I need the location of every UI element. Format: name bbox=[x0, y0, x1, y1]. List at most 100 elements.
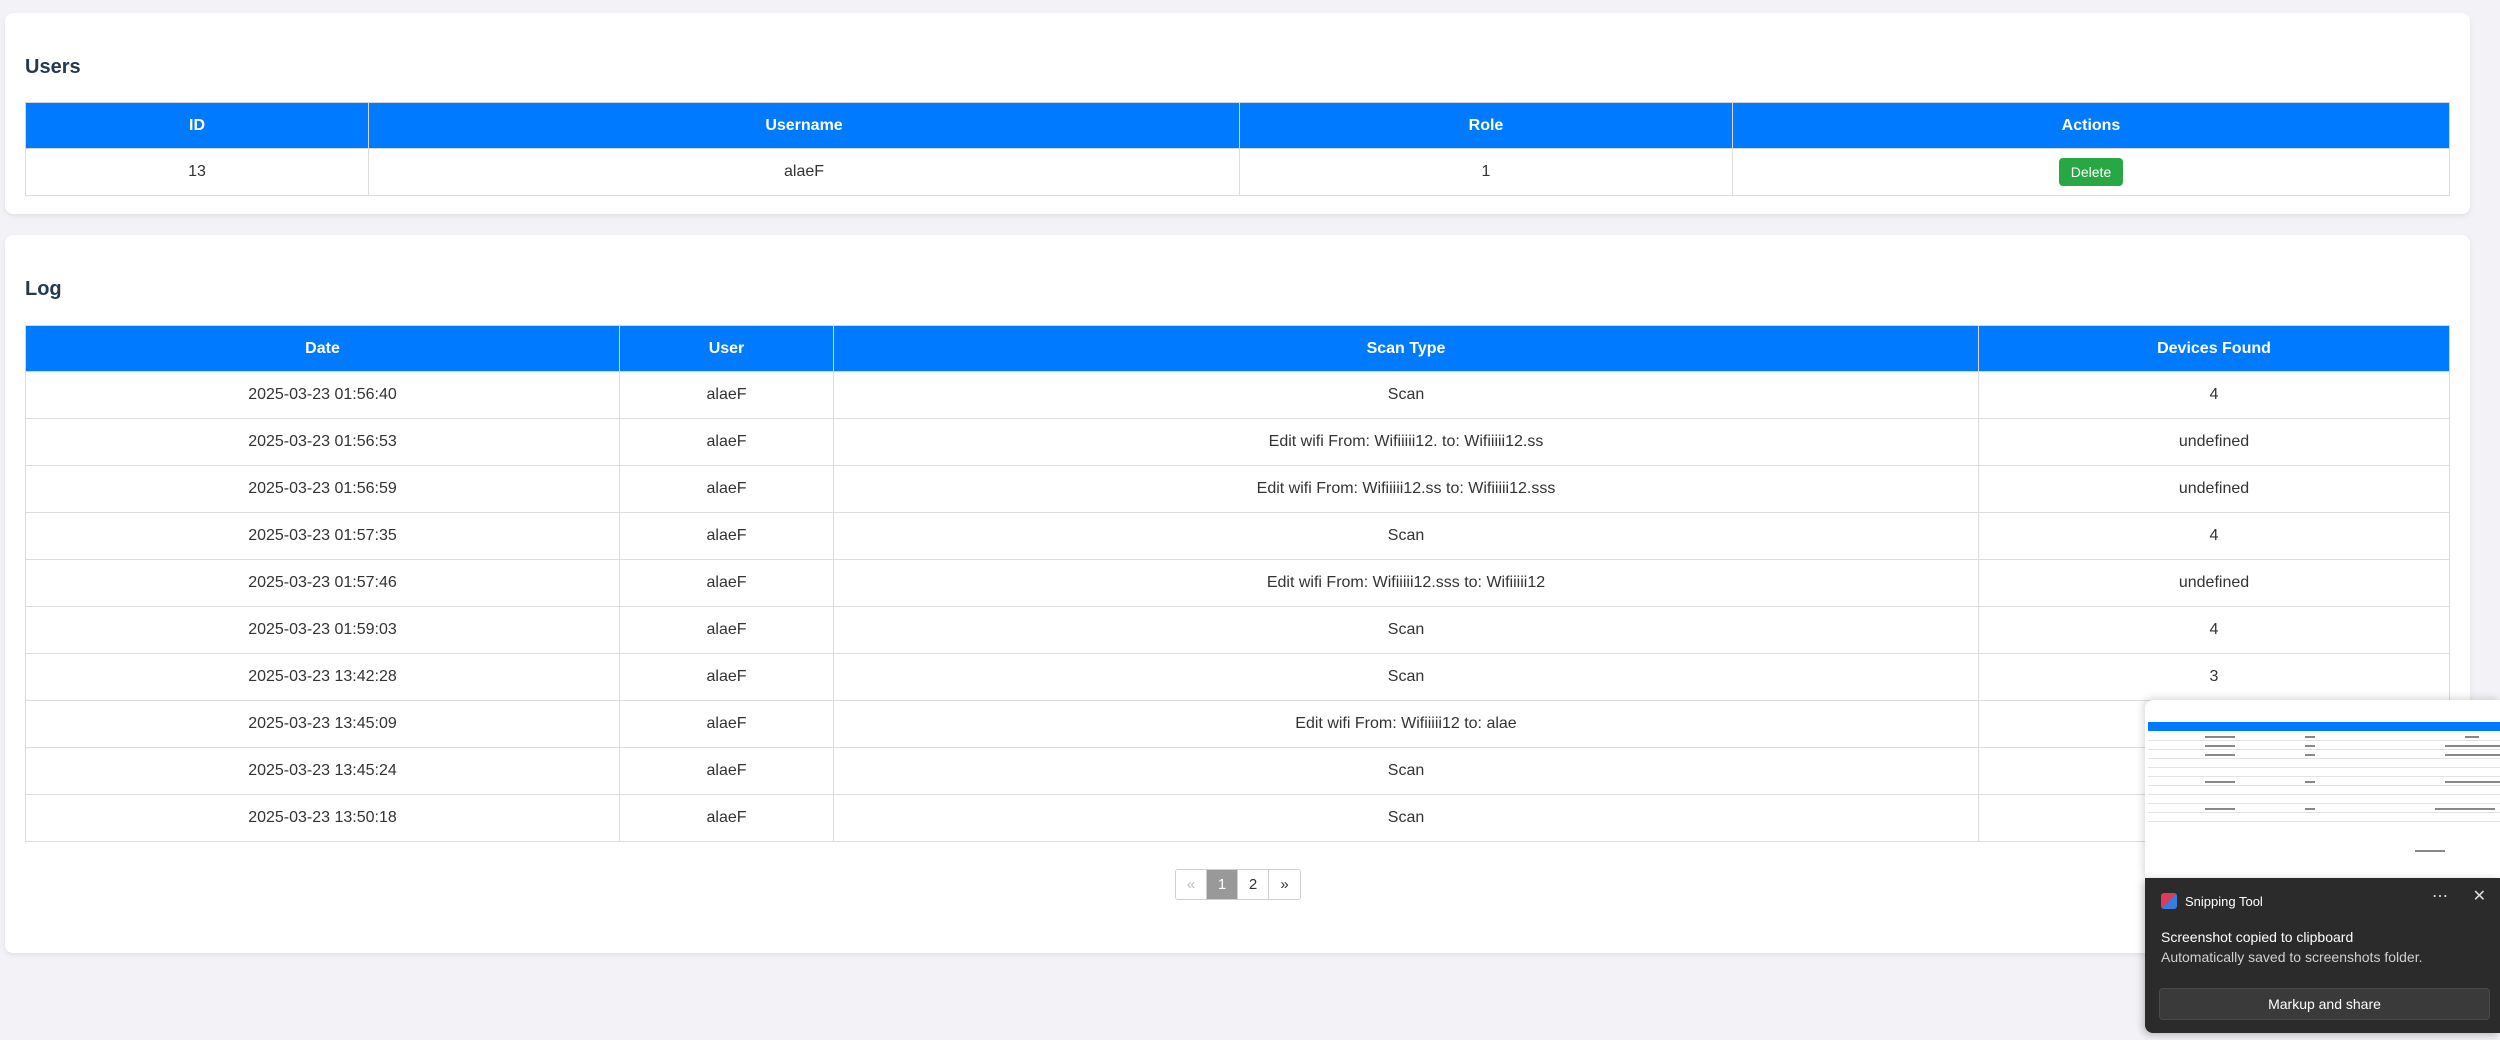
users-title: Users bbox=[25, 56, 81, 78]
log-date: 2025-03-23 01:59:03 bbox=[25, 606, 620, 654]
log-date: 2025-03-23 13:45:24 bbox=[25, 747, 620, 795]
log-card: Log Date User Scan Type Devices Found 20… bbox=[5, 235, 2470, 953]
markup-and-share-button[interactable]: Markup and share bbox=[2159, 988, 2490, 1020]
log-date: 2025-03-23 01:57:35 bbox=[25, 512, 620, 560]
log-scan-type: Scan bbox=[833, 512, 1979, 560]
log-date: 2025-03-23 01:56:59 bbox=[25, 465, 620, 513]
log-devices-found: 4 bbox=[1978, 371, 2450, 419]
log-col-date: Date bbox=[25, 325, 620, 372]
log-user: alaeF bbox=[619, 512, 834, 560]
log-scan-type: Edit wifi From: Wifiiiii12.ss to: Wifiii… bbox=[833, 465, 1979, 513]
thumbnail-row bbox=[2148, 794, 2500, 795]
thumbnail-text bbox=[2445, 781, 2500, 783]
thumbnail-row bbox=[2148, 776, 2500, 777]
table-row: 2025-03-23 13:45:24 alaeF Scan bbox=[25, 747, 2450, 795]
thumbnail-row bbox=[2148, 767, 2500, 768]
close-icon[interactable]: ✕ bbox=[2473, 886, 2486, 906]
table-row: 2025-03-23 13:50:18 alaeF Scan bbox=[25, 794, 2450, 842]
thumbnail-text bbox=[2205, 745, 2235, 747]
thumbnail-text bbox=[2305, 754, 2315, 756]
table-row: 2025-03-23 01:57:35 alaeF Scan 4 bbox=[25, 512, 2450, 560]
log-devices-found: 3 bbox=[1978, 653, 2450, 701]
log-scan-type: Scan bbox=[833, 747, 1979, 795]
log-user: alaeF bbox=[619, 371, 834, 419]
log-scan-type: Edit wifi From: Wifiiiii12. to: Wifiiiii… bbox=[833, 418, 1979, 466]
pagination-next[interactable]: » bbox=[1269, 870, 1300, 899]
log-user: alaeF bbox=[619, 653, 834, 701]
thumbnail-text bbox=[2305, 736, 2315, 738]
user-role: 1 bbox=[1239, 148, 1733, 196]
users-col-id: ID bbox=[25, 102, 369, 149]
log-scan-type: Edit wifi From: Wifiiiii12.sss to: Wifii… bbox=[833, 559, 1979, 607]
thumbnail-row bbox=[2148, 821, 2500, 822]
table-row: 2025-03-23 01:56:40 alaeF Scan 4 bbox=[25, 371, 2450, 419]
log-date: 2025-03-23 01:57:46 bbox=[25, 559, 620, 607]
log-user: alaeF bbox=[619, 465, 834, 513]
user-actions: Delete bbox=[1732, 148, 2450, 196]
user-id: 13 bbox=[25, 148, 369, 196]
log-date: 2025-03-23 13:50:18 bbox=[25, 794, 620, 842]
snipping-tool-toast: Snipping Tool ⋯ ✕ Screenshot copied to c… bbox=[2145, 878, 2500, 1033]
users-card: Users ID Username Role Actions 13 alaeF … bbox=[5, 13, 2470, 214]
more-icon[interactable]: ⋯ bbox=[2432, 886, 2448, 906]
log-date: 2025-03-23 13:45:09 bbox=[25, 700, 620, 748]
thumbnail-text bbox=[2205, 754, 2235, 756]
snipping-tool-icon bbox=[2161, 893, 2177, 909]
table-row: 13 alaeF 1 Delete bbox=[25, 148, 2450, 196]
log-user: alaeF bbox=[619, 606, 834, 654]
pagination-prev[interactable]: « bbox=[1176, 870, 1207, 899]
thumbnail-text bbox=[2305, 745, 2315, 747]
log-user: alaeF bbox=[619, 700, 834, 748]
pagination: « 1 2 » bbox=[1175, 869, 1301, 900]
thumbnail-row bbox=[2148, 749, 2500, 750]
log-date: 2025-03-23 13:42:28 bbox=[25, 653, 620, 701]
log-scan-type: Scan bbox=[833, 606, 1979, 654]
pagination-page-2[interactable]: 2 bbox=[1238, 870, 1269, 899]
thumbnail-pagination bbox=[2415, 850, 2445, 852]
thumbnail-row bbox=[2148, 812, 2500, 813]
log-devices-found: 4 bbox=[1978, 606, 2450, 654]
thumbnail-row bbox=[2148, 740, 2500, 741]
log-devices-found: undefined bbox=[1978, 559, 2450, 607]
log-col-user: User bbox=[619, 325, 834, 372]
delete-button[interactable]: Delete bbox=[2058, 158, 2124, 186]
users-table: ID Username Role Actions 13 alaeF 1 Dele… bbox=[25, 102, 2450, 196]
log-col-scan-type: Scan Type bbox=[833, 325, 1979, 372]
log-user: alaeF bbox=[619, 794, 834, 842]
users-header-row: ID Username Role Actions bbox=[25, 102, 2450, 149]
thumbnail-text bbox=[2435, 808, 2495, 810]
thumbnail-text bbox=[2445, 745, 2500, 747]
thumbnail-table-header bbox=[2148, 722, 2500, 731]
log-devices-found: undefined bbox=[1978, 418, 2450, 466]
log-table: Date User Scan Type Devices Found 2025-0… bbox=[25, 325, 2450, 842]
thumbnail-text bbox=[2445, 754, 2500, 756]
users-col-role: Role bbox=[1239, 102, 1733, 149]
log-scan-type: Scan bbox=[833, 794, 1979, 842]
toast-app-name: Snipping Tool bbox=[2185, 894, 2263, 909]
thumbnail-text bbox=[2205, 781, 2235, 783]
log-scan-type: Edit wifi From: Wifiiiii12 to: alae bbox=[833, 700, 1979, 748]
thumbnail-row bbox=[2148, 758, 2500, 759]
thumbnail-text bbox=[2465, 736, 2479, 738]
table-row: 2025-03-23 01:56:53 alaeF Edit wifi From… bbox=[25, 418, 2450, 466]
table-row: 2025-03-23 01:56:59 alaeF Edit wifi From… bbox=[25, 465, 2450, 513]
screenshot-thumbnail[interactable] bbox=[2145, 700, 2500, 878]
log-user: alaeF bbox=[619, 559, 834, 607]
log-date: 2025-03-23 01:56:40 bbox=[25, 371, 620, 419]
table-row: 2025-03-23 13:42:28 alaeF Scan 3 bbox=[25, 653, 2450, 701]
log-devices-found: undefined bbox=[1978, 465, 2450, 513]
thumbnail-text bbox=[2305, 781, 2315, 783]
log-scan-type: Scan bbox=[833, 371, 1979, 419]
log-user: alaeF bbox=[619, 418, 834, 466]
toast-body: Automatically saved to screenshots folde… bbox=[2161, 949, 2423, 965]
log-date: 2025-03-23 01:56:53 bbox=[25, 418, 620, 466]
users-col-actions: Actions bbox=[1732, 102, 2450, 149]
thumbnail-text bbox=[2205, 736, 2235, 738]
thumbnail-row bbox=[2148, 803, 2500, 804]
user-username: alaeF bbox=[368, 148, 1240, 196]
table-row: 2025-03-23 01:59:03 alaeF Scan 4 bbox=[25, 606, 2450, 654]
table-row: 2025-03-23 01:57:46 alaeF Edit wifi From… bbox=[25, 559, 2450, 607]
pagination-page-1[interactable]: 1 bbox=[1207, 870, 1238, 899]
log-user: alaeF bbox=[619, 747, 834, 795]
thumbnail-row bbox=[2148, 785, 2500, 786]
